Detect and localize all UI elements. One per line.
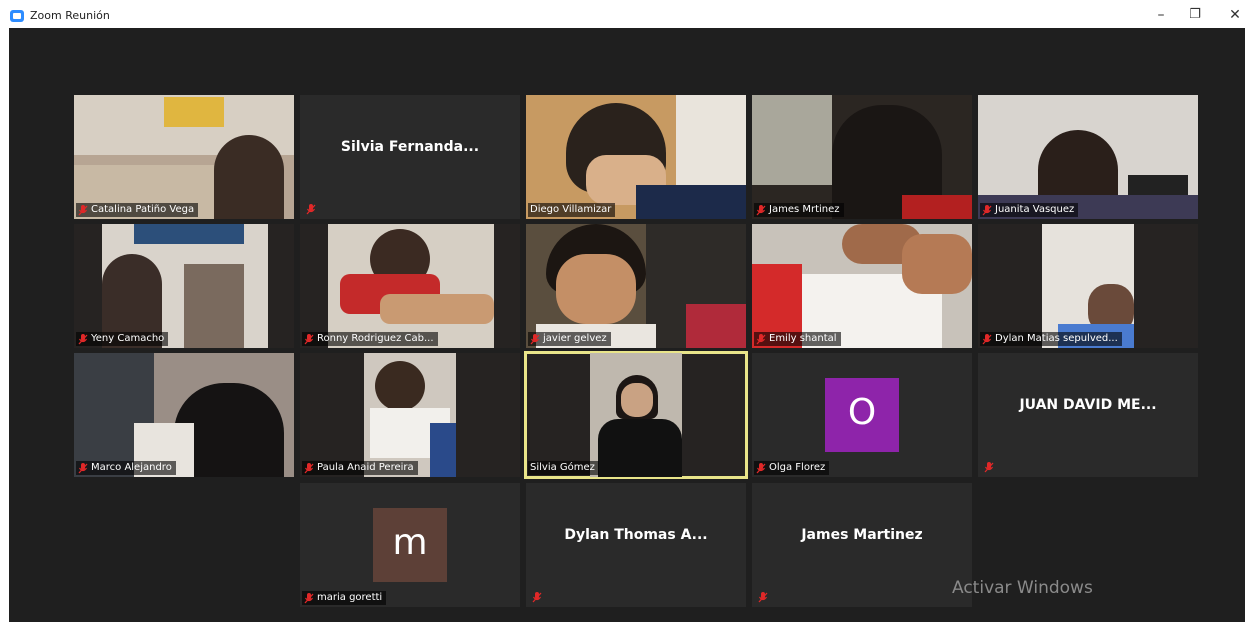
muted-microphone-icon bbox=[78, 333, 88, 345]
participant-tile[interactable]: Yeny Camacho bbox=[74, 224, 294, 348]
avatar: O bbox=[825, 378, 899, 452]
participant-name-label: Catalina Patiño Vega bbox=[76, 203, 199, 217]
muted-microphone-icon bbox=[78, 204, 88, 216]
muted-microphone-icon bbox=[304, 462, 314, 474]
participant-name-label: James Mrtinez bbox=[754, 203, 844, 217]
participant-tile[interactable]: JUAN DAVID ME... bbox=[978, 353, 1198, 477]
muted-microphone-icon bbox=[756, 204, 766, 216]
participant-name: Dylan Matias sepulved... bbox=[995, 333, 1118, 344]
participant-name: Marco Alejandro bbox=[91, 462, 172, 473]
participant-name-label: javier gelvez bbox=[528, 332, 611, 346]
participant-name: JUAN DAVID ME... bbox=[1019, 397, 1157, 413]
close-button[interactable]: ✕ bbox=[1220, 4, 1250, 26]
participant-tile[interactable]: Diego Villamizar bbox=[526, 95, 746, 219]
participant-name-label: Yeny Camacho bbox=[76, 332, 169, 346]
participant-name-label: Diego Villamizar bbox=[528, 203, 616, 217]
participant-tile[interactable]: Emily shantal bbox=[752, 224, 972, 348]
title-bar: Zoom Reunión – ❐ ✕ bbox=[0, 0, 1254, 28]
participant-tile[interactable]: Paula Anaid Pereira bbox=[300, 353, 520, 477]
participant-name-label: Paula Anaid Pereira bbox=[302, 461, 418, 475]
participant-name: Paula Anaid Pereira bbox=[317, 462, 414, 473]
participant-name-label: Ronny Rodriguez Cab... bbox=[302, 332, 438, 346]
muted-microphone-icon bbox=[304, 333, 314, 345]
participant-name-label: Olga Florez bbox=[754, 461, 830, 475]
participant-name: maria goretti bbox=[317, 592, 383, 603]
participant-tile[interactable]: Dylan Matias sepulved... bbox=[978, 224, 1198, 348]
window-title: Zoom Reunión bbox=[30, 9, 110, 22]
participant-tile[interactable]: O Olga Florez bbox=[752, 353, 972, 477]
muted-microphone-icon bbox=[306, 204, 316, 215]
participant-tile[interactable]: Ronny Rodriguez Cab... bbox=[300, 224, 520, 348]
participant-tile[interactable]: m maria goretti bbox=[300, 483, 520, 607]
participant-tile[interactable]: javier gelvez bbox=[526, 224, 746, 348]
participant-tile[interactable]: Dylan Thomas A... bbox=[526, 483, 746, 607]
participant-name: Yeny Camacho bbox=[91, 333, 165, 344]
windows-activation-watermark: Activar Windows bbox=[952, 578, 1093, 598]
participant-name-label: Emily shantal bbox=[754, 332, 841, 346]
participant-tile[interactable]: James Martinez bbox=[752, 483, 972, 607]
avatar: m bbox=[373, 508, 447, 582]
participant-tile[interactable]: James Mrtinez bbox=[752, 95, 972, 219]
participant-name: Silvia Fernanda... bbox=[340, 139, 480, 155]
participant-name: Catalina Patiño Vega bbox=[91, 204, 195, 215]
participant-tile[interactable]: Catalina Patiño Vega bbox=[74, 95, 294, 219]
muted-microphone-icon bbox=[758, 592, 768, 603]
participant-name: James Mrtinez bbox=[769, 204, 840, 215]
muted-microphone-icon bbox=[78, 462, 88, 474]
restore-button[interactable]: ❐ bbox=[1180, 4, 1210, 26]
participant-tile[interactable]: Juanita Vasquez bbox=[978, 95, 1198, 219]
participant-name: Dylan Thomas A... bbox=[564, 527, 708, 543]
participant-name: Emily shantal bbox=[769, 333, 837, 344]
participant-name: Diego Villamizar bbox=[530, 204, 612, 215]
minimize-button[interactable]: – bbox=[1146, 4, 1176, 26]
muted-microphone-icon bbox=[530, 333, 540, 345]
participant-tile[interactable]: Marco Alejandro bbox=[74, 353, 294, 477]
muted-microphone-icon bbox=[756, 333, 766, 345]
participant-name: Olga Florez bbox=[769, 462, 826, 473]
participant-name-label: Marco Alejandro bbox=[76, 461, 176, 475]
participant-name-label: Silvia Gómez bbox=[528, 461, 599, 475]
muted-microphone-icon bbox=[982, 204, 992, 216]
participant-name-label: Dylan Matias sepulved... bbox=[980, 332, 1122, 346]
participant-name: Silvia Gómez bbox=[530, 462, 595, 473]
participant-name: James Martinez bbox=[801, 527, 923, 543]
muted-microphone-icon bbox=[532, 592, 542, 603]
participant-tile[interactable]: Silvia Fernanda... bbox=[300, 95, 520, 219]
zoom-app-icon bbox=[10, 10, 24, 22]
muted-microphone-icon bbox=[304, 592, 314, 604]
participant-name: javier gelvez bbox=[543, 333, 607, 344]
participant-tile-active-speaker[interactable]: Silvia Gómez bbox=[524, 351, 748, 479]
muted-microphone-icon bbox=[756, 462, 766, 474]
gallery-view: Catalina Patiño Vega Silvia Fernanda... … bbox=[9, 28, 1245, 622]
participant-name-label: maria goretti bbox=[302, 591, 387, 605]
participant-name: Juanita Vasquez bbox=[995, 204, 1075, 215]
participant-name-label: Juanita Vasquez bbox=[980, 203, 1079, 217]
muted-microphone-icon bbox=[984, 462, 994, 473]
participant-name: Ronny Rodriguez Cab... bbox=[317, 333, 434, 344]
muted-microphone-icon bbox=[982, 333, 992, 345]
